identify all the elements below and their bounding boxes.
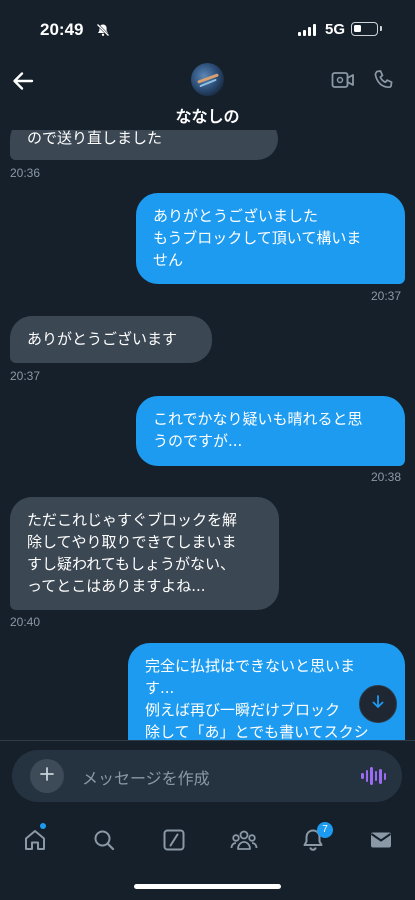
network-type: 5G: [325, 21, 346, 38]
message-bubble-outgoing[interactable]: ありがとうございました もうブロックして頂いて構いま せん: [136, 193, 405, 284]
status-bar: 20:49 5G: [0, 0, 415, 60]
status-time: 20:49: [40, 20, 84, 39]
message-composer[interactable]: メッセージを作成: [12, 750, 402, 802]
battery-icon: [351, 22, 382, 36]
message-timestamp: 20:36: [10, 166, 41, 180]
message-bubble-incoming[interactable]: ので送り直しました: [10, 130, 278, 160]
scroll-to-bottom-button[interactable]: [359, 685, 397, 723]
message-bubble-incoming[interactable]: ただこれじゃすぐブロックを解 除してやり取りできてしまいま すし疑われてもしょう…: [10, 497, 279, 610]
signal-icon: [298, 24, 316, 36]
plus-icon: [39, 766, 55, 786]
messages-icon[interactable]: [366, 825, 396, 855]
message-timestamp: 20:37: [371, 289, 402, 303]
message-input[interactable]: メッセージを作成: [82, 765, 210, 789]
grok-icon[interactable]: [159, 825, 189, 855]
notification-badge: 7: [317, 822, 333, 838]
back-arrow-icon[interactable]: [10, 68, 36, 94]
conversation-header: ななしの: [0, 60, 415, 130]
message-timestamp: 20:40: [10, 615, 41, 629]
silent-bell-icon: [96, 22, 110, 41]
search-icon[interactable]: [89, 825, 119, 855]
message-timestamp: 20:38: [371, 470, 402, 484]
communities-icon[interactable]: [229, 825, 259, 855]
home-icon[interactable]: [20, 825, 50, 855]
contact-name[interactable]: ななしの: [0, 103, 415, 127]
video-call-icon[interactable]: [331, 69, 355, 95]
chevron-down-icon: [370, 694, 386, 714]
message-timestamp: 20:37: [10, 369, 41, 383]
contact-avatar[interactable]: [191, 63, 224, 96]
voice-icon[interactable]: [361, 766, 386, 786]
message-bubble-incoming[interactable]: ありがとうございます: [10, 316, 212, 363]
phone-icon[interactable]: [372, 68, 396, 96]
home-indicator: [134, 884, 281, 889]
composer-divider: [0, 740, 415, 741]
message-list[interactable]: ので送り直しました 20:36 ありがとうございました もうブロックして頂いて構…: [0, 130, 415, 740]
home-unread-dot: [40, 823, 46, 829]
message-bubble-outgoing[interactable]: これでかなり疑いも晴れると思 うのですが...: [136, 396, 405, 466]
attach-button[interactable]: [30, 759, 64, 793]
tab-bar: [0, 815, 415, 865]
